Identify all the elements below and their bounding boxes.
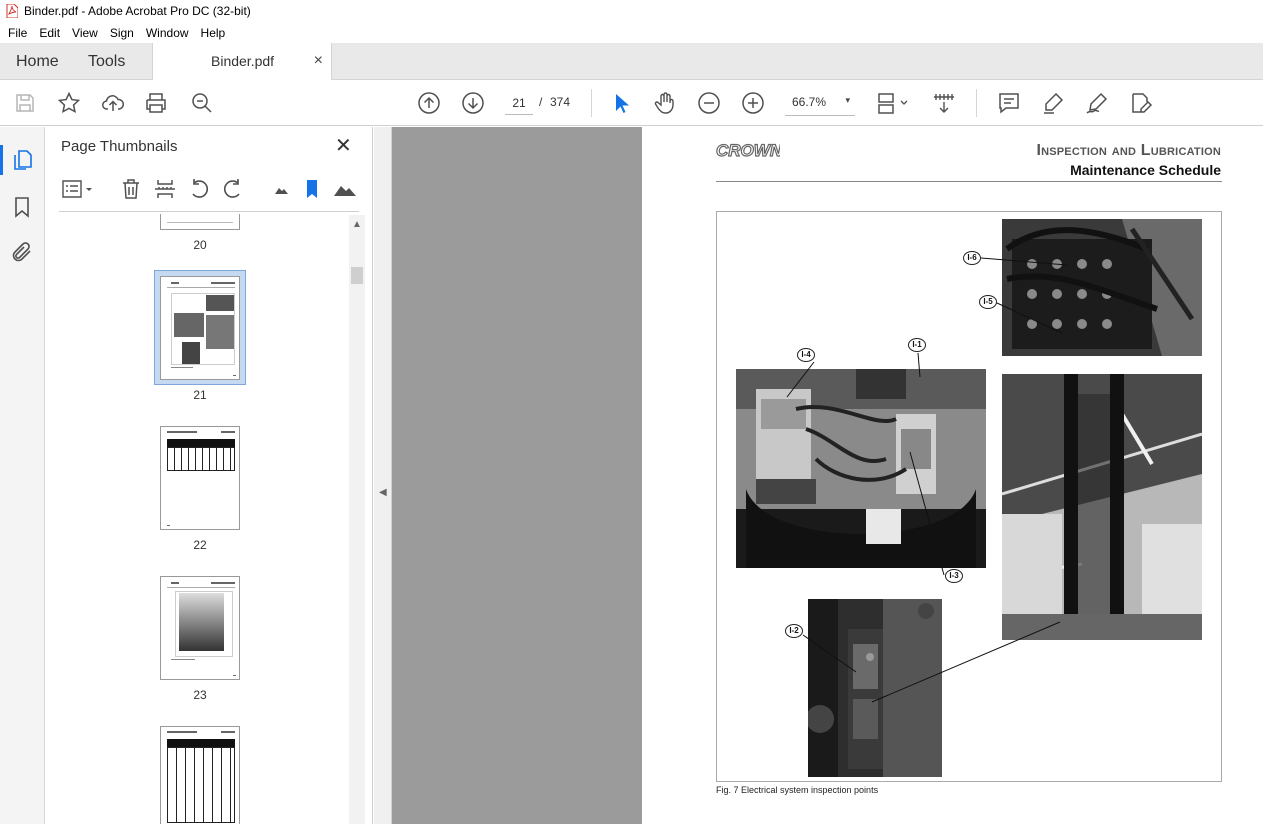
tab-bar: Home Tools Binder.pdf × — [0, 43, 1263, 80]
close-panel-icon[interactable]: ✕ — [335, 136, 352, 156]
scroll-thumb[interactable] — [351, 267, 363, 284]
document-tab-label: Binder.pdf — [211, 53, 275, 69]
callout-label: I-6 — [963, 251, 981, 265]
menu-edit[interactable]: Edit — [33, 26, 66, 40]
crown-logo: CROWN — [716, 141, 780, 159]
upload-icon[interactable] — [101, 91, 125, 115]
left-rail — [0, 127, 45, 824]
star-icon[interactable] — [57, 91, 81, 115]
panel-divider — [59, 211, 359, 212]
svg-text:CROWN: CROWN — [716, 141, 780, 159]
tab-document[interactable]: Binder.pdf × — [152, 43, 332, 80]
menu-sign[interactable]: Sign — [104, 26, 140, 40]
scroll-mode-icon[interactable] — [932, 91, 956, 115]
menu-bar: File Edit View Sign Window Help — [0, 22, 1263, 43]
print-icon[interactable] — [144, 91, 168, 115]
search-icon[interactable] — [190, 91, 214, 115]
photo-battery — [1002, 219, 1202, 356]
active-indicator — [0, 145, 3, 175]
acrobat-app-icon — [6, 4, 18, 18]
photo-motor-compartment — [736, 369, 986, 568]
page-separator: / — [539, 95, 543, 109]
page-display-icon[interactable] — [876, 91, 910, 115]
extract-icon[interactable] — [153, 177, 177, 201]
chevron-down-icon: ▾ — [845, 95, 850, 105]
thumbnail-page-21[interactable] — [160, 276, 240, 380]
thumbnail-page-20[interactable] — [160, 214, 240, 230]
tab-tools[interactable]: Tools — [88, 43, 125, 80]
zoom-out-icon[interactable] — [697, 91, 721, 115]
callout-label: I-5 — [979, 295, 997, 309]
highlight-icon[interactable] — [1041, 91, 1065, 115]
chevron-left-icon[interactable]: ◀ — [379, 487, 387, 498]
options-icon[interactable] — [61, 177, 95, 201]
delete-icon[interactable] — [119, 177, 143, 201]
bookmark-icon[interactable] — [300, 177, 324, 201]
menu-view[interactable]: View — [66, 26, 104, 40]
scroll-up-icon[interactable]: ▲ — [352, 219, 362, 230]
panel-title: Page Thumbnails — [61, 138, 178, 155]
zoom-value: 66.7% — [792, 95, 827, 109]
comment-icon[interactable] — [997, 91, 1021, 115]
thumbnails-panel: Page Thumbnails ✕ 20 21 22 23 ▲ — [45, 127, 373, 824]
attachments-icon[interactable] — [10, 240, 34, 264]
rotate-cw-icon[interactable] — [221, 177, 245, 201]
thumbnail-label: 22 — [193, 538, 207, 552]
callout-label: I-3 — [945, 569, 963, 583]
page-up-icon[interactable] — [417, 91, 441, 115]
header-rule — [716, 181, 1222, 182]
menu-help[interactable]: Help — [195, 26, 232, 40]
menu-window[interactable]: Window — [140, 26, 195, 40]
thumbnail-label: 23 — [193, 688, 207, 702]
select-cursor-icon[interactable] — [609, 91, 633, 115]
figure-caption: Fig. 7 Electrical system inspection poin… — [716, 785, 879, 795]
zoom-large-icon[interactable] — [333, 177, 357, 201]
page-number-input[interactable] — [505, 91, 533, 115]
page-total: 374 — [550, 95, 571, 109]
panel-collapse-handle[interactable]: ◀ — [374, 127, 392, 824]
thumbnail-page-24[interactable] — [160, 726, 240, 824]
thumbnail-scrollbar[interactable]: ▲ — [349, 215, 365, 824]
thumbnail-page-22[interactable] — [160, 426, 240, 530]
main-toolbar — [0, 80, 1263, 126]
edit-pdf-icon[interactable] — [1129, 91, 1153, 115]
callout-label: I-1 — [908, 338, 926, 352]
sign-icon[interactable] — [1085, 91, 1109, 115]
thumbnail-page-23[interactable] — [160, 576, 240, 680]
title-bar: Binder.pdf - Adobe Acrobat Pro DC (32-bi… — [0, 0, 1263, 22]
toolbar-divider — [976, 89, 977, 117]
photo-control-panel — [808, 599, 942, 777]
bookmarks-icon[interactable] — [10, 195, 34, 219]
page-header-subtitle: Maintenance Schedule — [1070, 162, 1221, 178]
close-tab-icon[interactable]: × — [314, 43, 323, 79]
page-down-icon[interactable] — [461, 91, 485, 115]
thumbnail-label: 21 — [193, 388, 207, 402]
document-canvas — [392, 127, 642, 824]
zoom-small-icon[interactable] — [269, 177, 293, 201]
window-title: Binder.pdf - Adobe Acrobat Pro DC (32-bi… — [24, 4, 251, 18]
zoom-select[interactable]: 66.7% ▾ — [785, 90, 855, 116]
pdf-page: CROWN Inspection and Lubrication Mainten… — [642, 127, 1263, 824]
hand-icon[interactable] — [653, 91, 677, 115]
callout-label: I-2 — [785, 624, 803, 638]
save-icon[interactable] — [13, 91, 37, 115]
page-header-title: Inspection and Lubrication — [1036, 142, 1221, 159]
page-thumbnails-icon[interactable] — [10, 148, 34, 172]
toolbar-divider — [591, 89, 592, 117]
thumbnail-label: 20 — [193, 238, 207, 252]
photo-mast — [1002, 374, 1202, 640]
callout-label: I-4 — [797, 348, 815, 362]
menu-file[interactable]: File — [2, 26, 33, 40]
rotate-ccw-icon[interactable] — [187, 177, 211, 201]
zoom-in-icon[interactable] — [741, 91, 765, 115]
tab-home[interactable]: Home — [16, 43, 59, 80]
thumbnail-list: 20 21 22 23 — [45, 214, 349, 824]
